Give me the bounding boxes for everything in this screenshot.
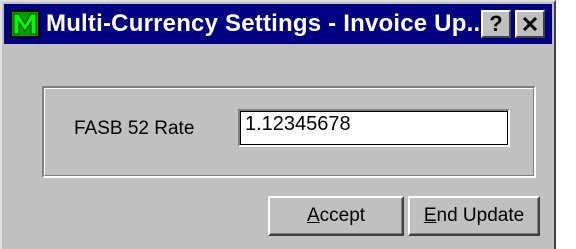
accept-button-label: ccept bbox=[319, 205, 366, 226]
close-x-icon bbox=[522, 17, 538, 31]
fasb-rate-label: FASB 52 Rate bbox=[74, 118, 195, 139]
help-button[interactable]: ? bbox=[481, 10, 511, 38]
fasb-rate-input[interactable]: 1.12345678 bbox=[238, 109, 510, 147]
help-question-icon: ? bbox=[489, 11, 503, 36]
title-bar[interactable]: Multi-Currency Settings - Invoice Up... … bbox=[4, 4, 552, 44]
window-title: Multi-Currency Settings - Invoice Up... bbox=[46, 10, 488, 37]
end-update-button-label: nd Update bbox=[436, 205, 525, 226]
end-update-button[interactable]: End Update bbox=[408, 196, 540, 236]
close-button[interactable] bbox=[515, 10, 545, 38]
end-update-button-mnemonic: E bbox=[423, 205, 437, 226]
app-logo-m-icon bbox=[10, 10, 40, 38]
accept-button[interactable]: Accept bbox=[268, 196, 404, 236]
accept-button-mnemonic: A bbox=[306, 205, 320, 226]
